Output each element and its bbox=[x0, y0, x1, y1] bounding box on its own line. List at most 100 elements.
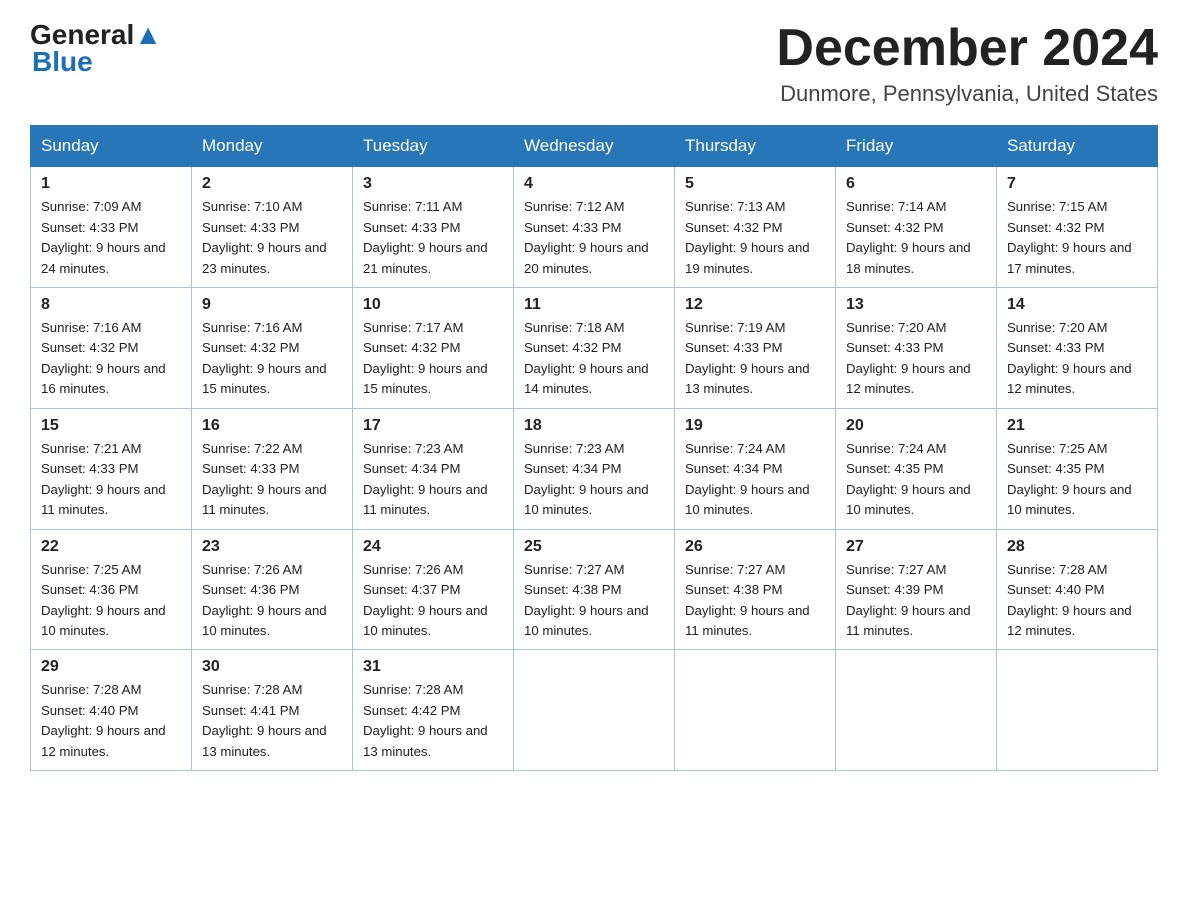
day-number: 11 bbox=[524, 296, 664, 314]
calendar-cell: 23Sunrise: 7:26 AMSunset: 4:36 PMDayligh… bbox=[192, 529, 353, 650]
calendar-cell: 28Sunrise: 7:28 AMSunset: 4:40 PMDayligh… bbox=[997, 529, 1158, 650]
day-info: Sunrise: 7:27 AMSunset: 4:39 PMDaylight:… bbox=[846, 560, 986, 642]
calendar-week-row: 8 Sunrise: 7:16 AMSunset: 4:32 PMDaylight… bbox=[31, 288, 1158, 409]
day-info: Sunrise: 7:28 AMSunset: 4:41 PMDaylight:… bbox=[202, 680, 342, 762]
day-number: 24 bbox=[363, 538, 503, 556]
calendar-header: Sunday Monday Tuesday Wednesday Thursday… bbox=[31, 126, 1158, 167]
calendar-cell bbox=[836, 650, 997, 771]
day-number: 18 bbox=[524, 417, 664, 435]
calendar-week-row: 15Sunrise: 7:21 AMSunset: 4:33 PMDayligh… bbox=[31, 408, 1158, 529]
calendar-cell: 20 Sunrise: 7:24 AMSunset: 4:35 PMDayligh… bbox=[836, 408, 997, 529]
day-info: Sunrise: 7:25 AMSunset: 4:35 PMDaylight:… bbox=[1007, 439, 1147, 521]
calendar-cell: 1 Sunrise: 7:09 AMSunset: 4:33 PMDaylight… bbox=[31, 167, 192, 288]
day-number: 21 bbox=[1007, 417, 1147, 435]
day-number: 1 bbox=[41, 175, 181, 193]
day-info: Sunrise: 7:16 AMSunset: 4:32 PMDaylight:… bbox=[202, 318, 342, 400]
header-row: Sunday Monday Tuesday Wednesday Thursday… bbox=[31, 126, 1158, 167]
col-tuesday: Tuesday bbox=[353, 126, 514, 167]
day-info: Sunrise: 7:16 AMSunset: 4:32 PMDaylight:… bbox=[41, 318, 181, 400]
day-info: Sunrise: 7:25 AMSunset: 4:36 PMDaylight:… bbox=[41, 560, 181, 642]
day-info: Sunrise: 7:20 AMSunset: 4:33 PMDaylight:… bbox=[1007, 318, 1147, 400]
day-number: 19 bbox=[685, 417, 825, 435]
day-info: Sunrise: 7:21 AMSunset: 4:33 PMDaylight:… bbox=[41, 439, 181, 521]
day-info: Sunrise: 7:24 AMSunset: 4:34 PMDaylight:… bbox=[685, 439, 825, 521]
calendar-cell bbox=[675, 650, 836, 771]
day-info: Sunrise: 7:27 AMSunset: 4:38 PMDaylight:… bbox=[685, 560, 825, 642]
day-number: 3 bbox=[363, 175, 503, 193]
day-number: 13 bbox=[846, 296, 986, 314]
calendar-cell: 6 Sunrise: 7:14 AMSunset: 4:32 PMDaylight… bbox=[836, 167, 997, 288]
day-info: Sunrise: 7:24 AMSunset: 4:35 PMDaylight:… bbox=[846, 439, 986, 521]
day-number: 10 bbox=[363, 296, 503, 314]
calendar-cell: 5 Sunrise: 7:13 AMSunset: 4:32 PMDaylight… bbox=[675, 167, 836, 288]
day-number: 9 bbox=[202, 296, 342, 314]
day-info: Sunrise: 7:28 AMSunset: 4:40 PMDaylight:… bbox=[41, 680, 181, 762]
calendar-cell: 2Sunrise: 7:10 AMSunset: 4:33 PMDaylight… bbox=[192, 167, 353, 288]
day-info: Sunrise: 7:17 AMSunset: 4:32 PMDaylight:… bbox=[363, 318, 503, 400]
col-monday: Monday bbox=[192, 126, 353, 167]
col-friday: Friday bbox=[836, 126, 997, 167]
calendar-cell: 14 Sunrise: 7:20 AMSunset: 4:33 PMDayligh… bbox=[997, 288, 1158, 409]
logo-triangle-icon: ▲ bbox=[134, 19, 162, 50]
day-number: 16 bbox=[202, 417, 342, 435]
calendar-cell: 18Sunrise: 7:23 AMSunset: 4:34 PMDayligh… bbox=[514, 408, 675, 529]
calendar-cell: 31 Sunrise: 7:28 AMSunset: 4:42 PMDayligh… bbox=[353, 650, 514, 771]
calendar-cell: 10 Sunrise: 7:17 AMSunset: 4:32 PMDayligh… bbox=[353, 288, 514, 409]
col-wednesday: Wednesday bbox=[514, 126, 675, 167]
day-info: Sunrise: 7:12 AMSunset: 4:33 PMDaylight:… bbox=[524, 197, 664, 279]
logo: General▲ Blue bbox=[30, 20, 162, 78]
calendar-cell: 27Sunrise: 7:27 AMSunset: 4:39 PMDayligh… bbox=[836, 529, 997, 650]
day-info: Sunrise: 7:26 AMSunset: 4:36 PMDaylight:… bbox=[202, 560, 342, 642]
day-number: 28 bbox=[1007, 538, 1147, 556]
day-number: 5 bbox=[685, 175, 825, 193]
calendar-cell: 16Sunrise: 7:22 AMSunset: 4:33 PMDayligh… bbox=[192, 408, 353, 529]
calendar-cell: 21 Sunrise: 7:25 AMSunset: 4:35 PMDayligh… bbox=[997, 408, 1158, 529]
calendar-cell: 19 Sunrise: 7:24 AMSunset: 4:34 PMDayligh… bbox=[675, 408, 836, 529]
col-saturday: Saturday bbox=[997, 126, 1158, 167]
day-number: 2 bbox=[202, 175, 342, 193]
day-number: 26 bbox=[685, 538, 825, 556]
day-info: Sunrise: 7:14 AMSunset: 4:32 PMDaylight:… bbox=[846, 197, 986, 279]
calendar-cell: 7 Sunrise: 7:15 AMSunset: 4:32 PMDaylight… bbox=[997, 167, 1158, 288]
calendar-cell: 29 Sunrise: 7:28 AMSunset: 4:40 PMDayligh… bbox=[31, 650, 192, 771]
day-number: 29 bbox=[41, 658, 181, 676]
day-number: 8 bbox=[41, 296, 181, 314]
day-number: 14 bbox=[1007, 296, 1147, 314]
calendar-cell: 13 Sunrise: 7:20 AMSunset: 4:33 PMDayligh… bbox=[836, 288, 997, 409]
calendar-cell: 26 Sunrise: 7:27 AMSunset: 4:38 PMDayligh… bbox=[675, 529, 836, 650]
day-info: Sunrise: 7:28 AMSunset: 4:42 PMDaylight:… bbox=[363, 680, 503, 762]
calendar-week-row: 29 Sunrise: 7:28 AMSunset: 4:40 PMDayligh… bbox=[31, 650, 1158, 771]
day-info: Sunrise: 7:13 AMSunset: 4:32 PMDaylight:… bbox=[685, 197, 825, 279]
day-info: Sunrise: 7:20 AMSunset: 4:33 PMDaylight:… bbox=[846, 318, 986, 400]
title-area: December 2024 Dunmore, Pennsylvania, Uni… bbox=[776, 20, 1158, 107]
calendar-cell: 3 Sunrise: 7:11 AMSunset: 4:33 PMDaylight… bbox=[353, 167, 514, 288]
calendar-cell bbox=[997, 650, 1158, 771]
calendar-cell bbox=[514, 650, 675, 771]
day-number: 4 bbox=[524, 175, 664, 193]
day-info: Sunrise: 7:15 AMSunset: 4:32 PMDaylight:… bbox=[1007, 197, 1147, 279]
calendar-cell: 24 Sunrise: 7:26 AMSunset: 4:37 PMDayligh… bbox=[353, 529, 514, 650]
day-number: 20 bbox=[846, 417, 986, 435]
month-title: December 2024 bbox=[776, 20, 1158, 77]
page-header: General▲ Blue December 2024 Dunmore, Pen… bbox=[30, 20, 1158, 107]
col-thursday: Thursday bbox=[675, 126, 836, 167]
day-number: 31 bbox=[363, 658, 503, 676]
day-info: Sunrise: 7:11 AMSunset: 4:33 PMDaylight:… bbox=[363, 197, 503, 279]
day-info: Sunrise: 7:19 AMSunset: 4:33 PMDaylight:… bbox=[685, 318, 825, 400]
day-number: 17 bbox=[363, 417, 503, 435]
logo-bottom: Blue bbox=[32, 47, 93, 78]
day-info: Sunrise: 7:09 AMSunset: 4:33 PMDaylight:… bbox=[41, 197, 181, 279]
calendar-week-row: 22 Sunrise: 7:25 AMSunset: 4:36 PMDayligh… bbox=[31, 529, 1158, 650]
day-number: 25 bbox=[524, 538, 664, 556]
day-number: 7 bbox=[1007, 175, 1147, 193]
calendar-cell: 9 Sunrise: 7:16 AMSunset: 4:32 PMDaylight… bbox=[192, 288, 353, 409]
calendar-cell: 15Sunrise: 7:21 AMSunset: 4:33 PMDayligh… bbox=[31, 408, 192, 529]
col-sunday: Sunday bbox=[31, 126, 192, 167]
day-number: 22 bbox=[41, 538, 181, 556]
location: Dunmore, Pennsylvania, United States bbox=[776, 81, 1158, 107]
calendar-cell: 25Sunrise: 7:27 AMSunset: 4:38 PMDayligh… bbox=[514, 529, 675, 650]
calendar-cell: 30Sunrise: 7:28 AMSunset: 4:41 PMDayligh… bbox=[192, 650, 353, 771]
day-number: 6 bbox=[846, 175, 986, 193]
day-info: Sunrise: 7:26 AMSunset: 4:37 PMDaylight:… bbox=[363, 560, 503, 642]
calendar-cell: 17Sunrise: 7:23 AMSunset: 4:34 PMDayligh… bbox=[353, 408, 514, 529]
